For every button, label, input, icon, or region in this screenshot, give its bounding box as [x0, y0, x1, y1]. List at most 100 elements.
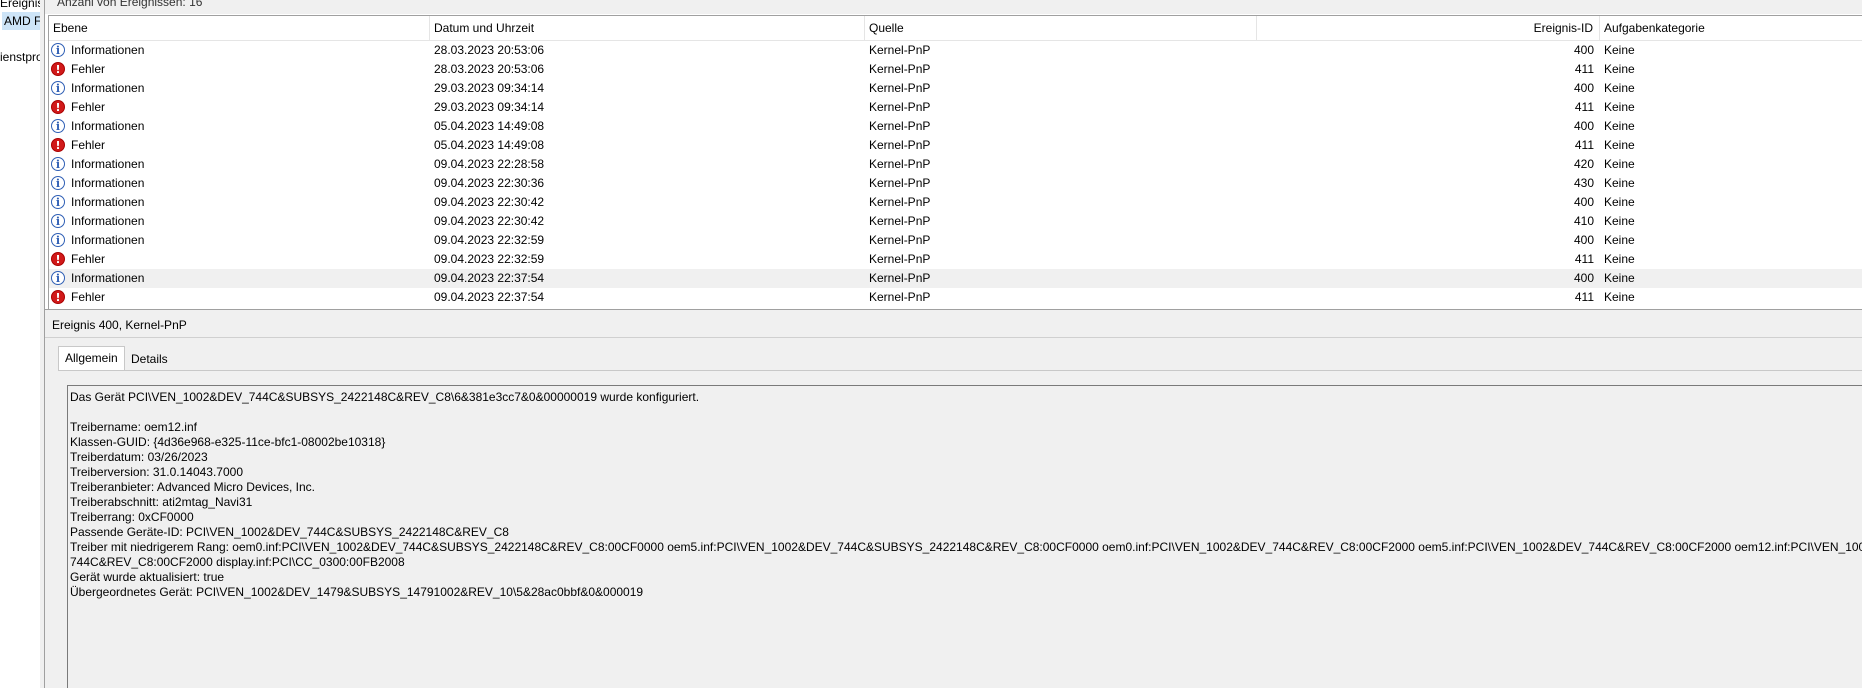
description-line: Übergeordnetes Gerät: PCI\VEN_1002&DEV_1… — [70, 585, 644, 599]
description-line — [70, 405, 1860, 420]
divider — [45, 337, 1862, 338]
cell-date: 09.04.2023 22:32:59 — [434, 252, 545, 266]
table-row[interactable]: ! Fehler 09.04.2023 22:37:54 Kernel-PnP 411 K… — [49, 288, 1862, 307]
level-text: Informationen — [71, 157, 145, 171]
cell-source: Kernel-PnP — [869, 157, 931, 171]
error-icon: ! — [51, 290, 65, 304]
table-row[interactable]: ! Fehler 09.04.2023 22:32:59 Kernel-PnP 411 K… — [49, 250, 1862, 269]
tree-item-services[interactable]: ienstpro — [0, 50, 40, 64]
table-row[interactable]: i Informationen 29.03.2023 09:34:14 Kernel-… — [49, 79, 1862, 98]
tab-general[interactable]: Allgemein — [58, 346, 125, 371]
table-row[interactable]: i Informationen 09.04.2023 22:30:42 Kernel-… — [49, 212, 1862, 231]
tree-item-events[interactable]: Ereignisse — [0, 0, 40, 10]
cell-event-id: 411 — [1574, 290, 1594, 304]
cell-source: Kernel-PnP — [869, 252, 931, 266]
tab-details[interactable]: Details — [125, 349, 174, 369]
detail-title: Ereignis 400, Kernel-PnP — [52, 318, 187, 332]
cell-source: Kernel-PnP — [869, 62, 931, 76]
cell-event-id: 410 — [1573, 214, 1594, 228]
description-line: Treiberanbieter: Advanced Micro Devices,… — [70, 480, 315, 494]
level-text: Fehler — [71, 290, 106, 304]
cell-date: 09.04.2023 22:30:42 — [434, 195, 545, 209]
cell-level: ! Fehler — [49, 60, 452, 79]
cell-source: Kernel-PnP — [869, 119, 931, 133]
tree-item-amd[interactable]: AMD F — [2, 12, 40, 30]
cell-level: ! Fehler — [49, 288, 452, 307]
table-row[interactable]: i Informationen 09.04.2023 22:30:36 Kernel-… — [49, 174, 1862, 193]
error-icon: ! — [51, 138, 65, 152]
table-row[interactable]: i Informationen 09.04.2023 22:32:59 Kernel-… — [49, 231, 1862, 250]
cell-event-id: 411 — [1574, 252, 1594, 266]
table-row[interactable]: ! Fehler 28.03.2023 20:53:06 Kernel-PnP 411 K… — [49, 60, 1862, 79]
level-text: Fehler — [71, 62, 106, 76]
cell-date: 09.04.2023 22:30:42 — [434, 214, 545, 228]
column-header-category[interactable]: Aufgabenkategorie — [1600, 16, 1862, 40]
info-icon: i — [51, 214, 65, 228]
cell-event-id: 400 — [1573, 233, 1594, 247]
cell-date: 29.03.2023 09:34:14 — [434, 100, 545, 114]
cell-date: 09.04.2023 22:37:54 — [434, 271, 545, 285]
cell-level: i Informationen — [49, 79, 452, 98]
table-row[interactable]: i Informationen 09.04.2023 22:37:54 Kernel-… — [49, 269, 1862, 288]
cell-event-id: 400 — [1573, 43, 1594, 57]
cell-source: Kernel-PnP — [869, 233, 931, 247]
table-row[interactable]: ! Fehler 29.03.2023 09:34:14 Kernel-PnP 411 K… — [49, 98, 1862, 117]
description-line: Gerät wurde aktualisiert: true — [70, 570, 225, 584]
table-row[interactable]: i Informationen 09.04.2023 22:28:58 Kernel-… — [49, 155, 1862, 174]
level-text: Informationen — [71, 43, 145, 57]
cell-date: 09.04.2023 22:37:54 — [434, 290, 545, 304]
cell-category: Keine — [1604, 176, 1635, 190]
column-header-source[interactable]: Quelle — [865, 16, 1257, 40]
info-icon: i — [51, 176, 65, 190]
level-text: Informationen — [71, 195, 145, 209]
cell-category: Keine — [1604, 157, 1635, 171]
cell-event-id: 411 — [1574, 138, 1594, 152]
description-line: Treiberversion: 31.0.14043.7000 — [70, 465, 244, 479]
description-line: Treiberrang: 0xCF0000 — [70, 510, 194, 524]
column-header-date[interactable]: Datum und Uhrzeit — [430, 16, 865, 40]
info-icon: i — [51, 271, 65, 285]
info-icon: i — [51, 119, 65, 133]
cell-level: ! Fehler — [49, 98, 452, 117]
cell-event-id: 400 — [1573, 119, 1594, 133]
cell-event-id: 400 — [1573, 195, 1594, 209]
cell-level: i Informationen — [49, 269, 452, 288]
tab-content: Das Gerät PCI\VEN_1002&DEV_744C&SUBSYS_2… — [58, 370, 1862, 688]
cell-level: i Informationen — [49, 41, 452, 60]
level-text: Informationen — [71, 176, 145, 190]
cell-level: i Informationen — [49, 155, 452, 174]
error-icon: ! — [51, 62, 65, 76]
event-description-box[interactable]: Das Gerät PCI\VEN_1002&DEV_744C&SUBSYS_2… — [67, 385, 1862, 688]
column-header-event-id[interactable]: Ereignis-ID — [1257, 16, 1600, 40]
cell-event-id: 411 — [1574, 100, 1594, 114]
cell-category: Keine — [1604, 290, 1635, 304]
cell-source: Kernel-PnP — [869, 176, 931, 190]
cell-level: i Informationen — [49, 212, 452, 231]
cell-category: Keine — [1604, 214, 1635, 228]
level-text: Informationen — [71, 214, 145, 228]
table-row[interactable]: i Informationen 09.04.2023 22:30:42 Kernel-… — [49, 193, 1862, 212]
cell-event-id: 400 — [1573, 81, 1594, 95]
level-text: Fehler — [71, 138, 106, 152]
event-rows: i Informationen 28.03.2023 20:53:06 Kernel-… — [49, 41, 1862, 307]
cell-category: Keine — [1604, 119, 1635, 133]
cell-category: Keine — [1604, 81, 1635, 95]
cell-category: Keine — [1604, 271, 1635, 285]
cell-source: Kernel-PnP — [869, 100, 931, 114]
cell-source: Kernel-PnP — [869, 81, 931, 95]
level-text: Informationen — [71, 233, 145, 247]
cell-source: Kernel-PnP — [869, 138, 931, 152]
description-line: Klassen-GUID: {4d36e968-e325-11ce-bfc1-0… — [70, 435, 386, 449]
table-row[interactable]: i Informationen 28.03.2023 20:53:06 Kernel-… — [49, 41, 1862, 60]
description-line: 744C&REV_C8:00CF2000 display.inf:PCI\CC_… — [70, 555, 405, 569]
description-line: Passende Geräte-ID: PCI\VEN_1002&DEV_744… — [70, 525, 509, 539]
info-icon: i — [51, 233, 65, 247]
column-header-level[interactable]: Ebene — [49, 16, 430, 40]
table-row[interactable]: ! Fehler 05.04.2023 14:49:08 Kernel-PnP 411 K… — [49, 136, 1862, 155]
cell-category: Keine — [1604, 138, 1635, 152]
cell-date: 09.04.2023 22:30:36 — [434, 176, 545, 190]
cell-source: Kernel-PnP — [869, 43, 931, 57]
cell-category: Keine — [1604, 195, 1635, 209]
table-row[interactable]: i Informationen 05.04.2023 14:49:08 Kernel-… — [49, 117, 1862, 136]
event-list[interactable]: Ebene Datum und Uhrzeit Quelle Ereignis-… — [48, 15, 1862, 309]
